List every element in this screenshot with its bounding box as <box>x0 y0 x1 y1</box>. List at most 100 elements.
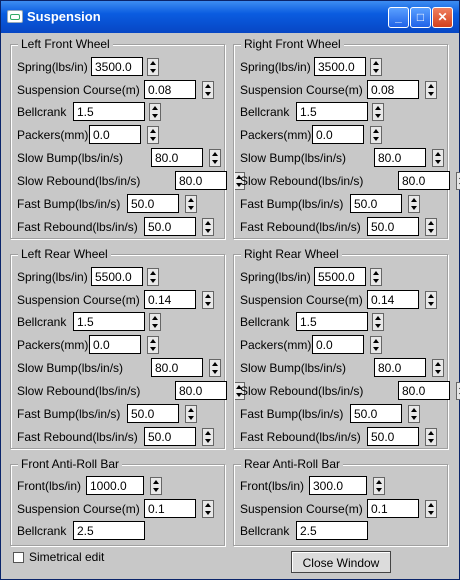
slow-rebound-input[interactable] <box>175 381 227 400</box>
packers-input[interactable] <box>89 125 141 144</box>
slow-bump-input[interactable] <box>151 148 203 167</box>
field-label: Fast Rebound(lbs/in/s) <box>17 430 138 444</box>
close-window-button[interactable]: Close Window <box>291 551 391 573</box>
suspension-course-input[interactable] <box>367 80 419 99</box>
spinner-arrows-icon[interactable] <box>425 81 437 99</box>
suspension-course-input[interactable] <box>144 499 196 518</box>
group-title: Right Rear Wheel <box>241 247 342 261</box>
spinner-arrows-icon[interactable] <box>202 291 214 309</box>
left-rear-wheel-group: Left Rear Wheel Spring(lbs/in) Suspension… <box>10 247 245 449</box>
bellcrank-input[interactable] <box>296 312 368 331</box>
left-front-wheel-group: Left Front Wheel Spring(lbs/in) Suspensio… <box>10 37 245 239</box>
field-label: Bellcrank <box>17 524 67 538</box>
packers-input[interactable] <box>312 125 364 144</box>
spinner-arrows-icon[interactable] <box>370 58 382 76</box>
spinner-arrows-icon[interactable] <box>370 126 382 144</box>
slow-rebound-input[interactable] <box>175 171 227 190</box>
fast-bump-input[interactable] <box>127 404 179 423</box>
spinner-arrows-icon[interactable] <box>432 359 444 377</box>
app-icon[interactable] <box>7 10 23 23</box>
spinner-arrows-icon[interactable] <box>185 195 197 213</box>
slow-rebound-input[interactable] <box>398 381 450 400</box>
spinner-arrows-icon[interactable] <box>209 149 221 167</box>
field-label: Fast Bump(lbs/in/s) <box>17 197 121 211</box>
spinner-arrows-icon[interactable] <box>408 405 420 423</box>
bellcrank-input[interactable] <box>73 521 145 540</box>
slow-bump-input[interactable] <box>374 148 426 167</box>
spinner-arrows-icon[interactable] <box>209 359 221 377</box>
field-label: Packers(mm) <box>17 338 89 352</box>
symmetrical-edit-checkbox[interactable] <box>13 552 24 563</box>
spinner-arrows-icon[interactable] <box>147 268 159 286</box>
spinner-arrows-icon[interactable] <box>149 103 161 121</box>
spinner-arrows-icon[interactable] <box>408 195 420 213</box>
front-input[interactable] <box>86 476 144 495</box>
field-label: Slow Rebound(lbs/in/s) <box>17 384 141 398</box>
spinner-arrows-icon[interactable] <box>185 405 197 423</box>
suspension-course-input[interactable] <box>367 290 419 309</box>
bellcrank-input[interactable] <box>296 521 368 540</box>
spring-input[interactable] <box>91 267 143 286</box>
minimize-button[interactable]: _ <box>388 7 409 28</box>
bellcrank-input[interactable] <box>296 102 368 121</box>
packers-input[interactable] <box>89 335 141 354</box>
field-label: Suspension Course(m) <box>17 502 140 516</box>
spinner-arrows-icon[interactable] <box>456 172 460 190</box>
title-bar[interactable]: Suspension _ □ ✕ <box>1 1 459 33</box>
group-title: Front Anti-Roll Bar <box>18 457 123 471</box>
maximize-button[interactable]: □ <box>410 7 431 28</box>
field-label: Slow Rebound(lbs/in/s) <box>240 174 364 188</box>
spinner-arrows-icon[interactable] <box>432 149 444 167</box>
spinner-arrows-icon[interactable] <box>372 103 384 121</box>
field-label: Spring(lbs/in) <box>17 60 88 74</box>
fast-rebound-input[interactable] <box>144 217 196 236</box>
spinner-arrows-icon[interactable] <box>372 313 384 331</box>
spring-input[interactable] <box>314 267 366 286</box>
fast-rebound-input[interactable] <box>144 427 196 446</box>
group-title: Left Rear Wheel <box>18 247 111 261</box>
spinner-arrows-icon[interactable] <box>456 382 460 400</box>
fast-bump-input[interactable] <box>127 194 179 213</box>
field-label: Slow Rebound(lbs/in/s) <box>240 384 364 398</box>
spinner-arrows-icon[interactable] <box>425 291 437 309</box>
suspension-course-input[interactable] <box>144 80 196 99</box>
fast-bump-input[interactable] <box>350 194 402 213</box>
field-label: Bellcrank <box>240 315 290 329</box>
spinner-arrows-icon[interactable] <box>147 336 159 354</box>
group-title: Left Front Wheel <box>18 37 113 51</box>
spinner-arrows-icon[interactable] <box>202 428 214 446</box>
slow-bump-input[interactable] <box>374 358 426 377</box>
slow-bump-input[interactable] <box>151 358 203 377</box>
spinner-arrows-icon[interactable] <box>425 428 437 446</box>
spinner-arrows-icon[interactable] <box>370 336 382 354</box>
close-window-x-button[interactable]: ✕ <box>432 7 453 28</box>
packers-input[interactable] <box>312 335 364 354</box>
spinner-arrows-icon[interactable] <box>149 313 161 331</box>
fast-bump-input[interactable] <box>350 404 402 423</box>
fast-rebound-input[interactable] <box>367 427 419 446</box>
spinner-arrows-icon[interactable] <box>425 218 437 236</box>
spinner-arrows-icon[interactable] <box>425 500 437 518</box>
spring-input[interactable] <box>314 57 366 76</box>
fast-rebound-input[interactable] <box>367 217 419 236</box>
spinner-arrows-icon[interactable] <box>150 477 162 495</box>
field-label: Suspension Course(m) <box>240 293 363 307</box>
spinner-arrows-icon[interactable] <box>373 477 385 495</box>
field-label: Front(lbs/in) <box>17 479 82 493</box>
field-label: Slow Bump(lbs/in/s) <box>240 361 347 375</box>
slow-rebound-input[interactable] <box>398 171 450 190</box>
spinner-arrows-icon[interactable] <box>147 58 159 76</box>
bellcrank-input[interactable] <box>73 102 145 121</box>
spinner-arrows-icon[interactable] <box>202 218 214 236</box>
spinner-arrows-icon[interactable] <box>202 500 214 518</box>
bellcrank-input[interactable] <box>73 312 145 331</box>
spinner-arrows-icon[interactable] <box>370 268 382 286</box>
suspension-course-input[interactable] <box>144 290 196 309</box>
spinner-arrows-icon[interactable] <box>147 126 159 144</box>
field-label: Slow Bump(lbs/in/s) <box>240 151 347 165</box>
spinner-arrows-icon[interactable] <box>202 81 214 99</box>
front-input[interactable] <box>309 476 367 495</box>
suspension-course-input[interactable] <box>367 499 419 518</box>
spring-input[interactable] <box>91 57 143 76</box>
field-label: Spring(lbs/in) <box>240 270 311 284</box>
